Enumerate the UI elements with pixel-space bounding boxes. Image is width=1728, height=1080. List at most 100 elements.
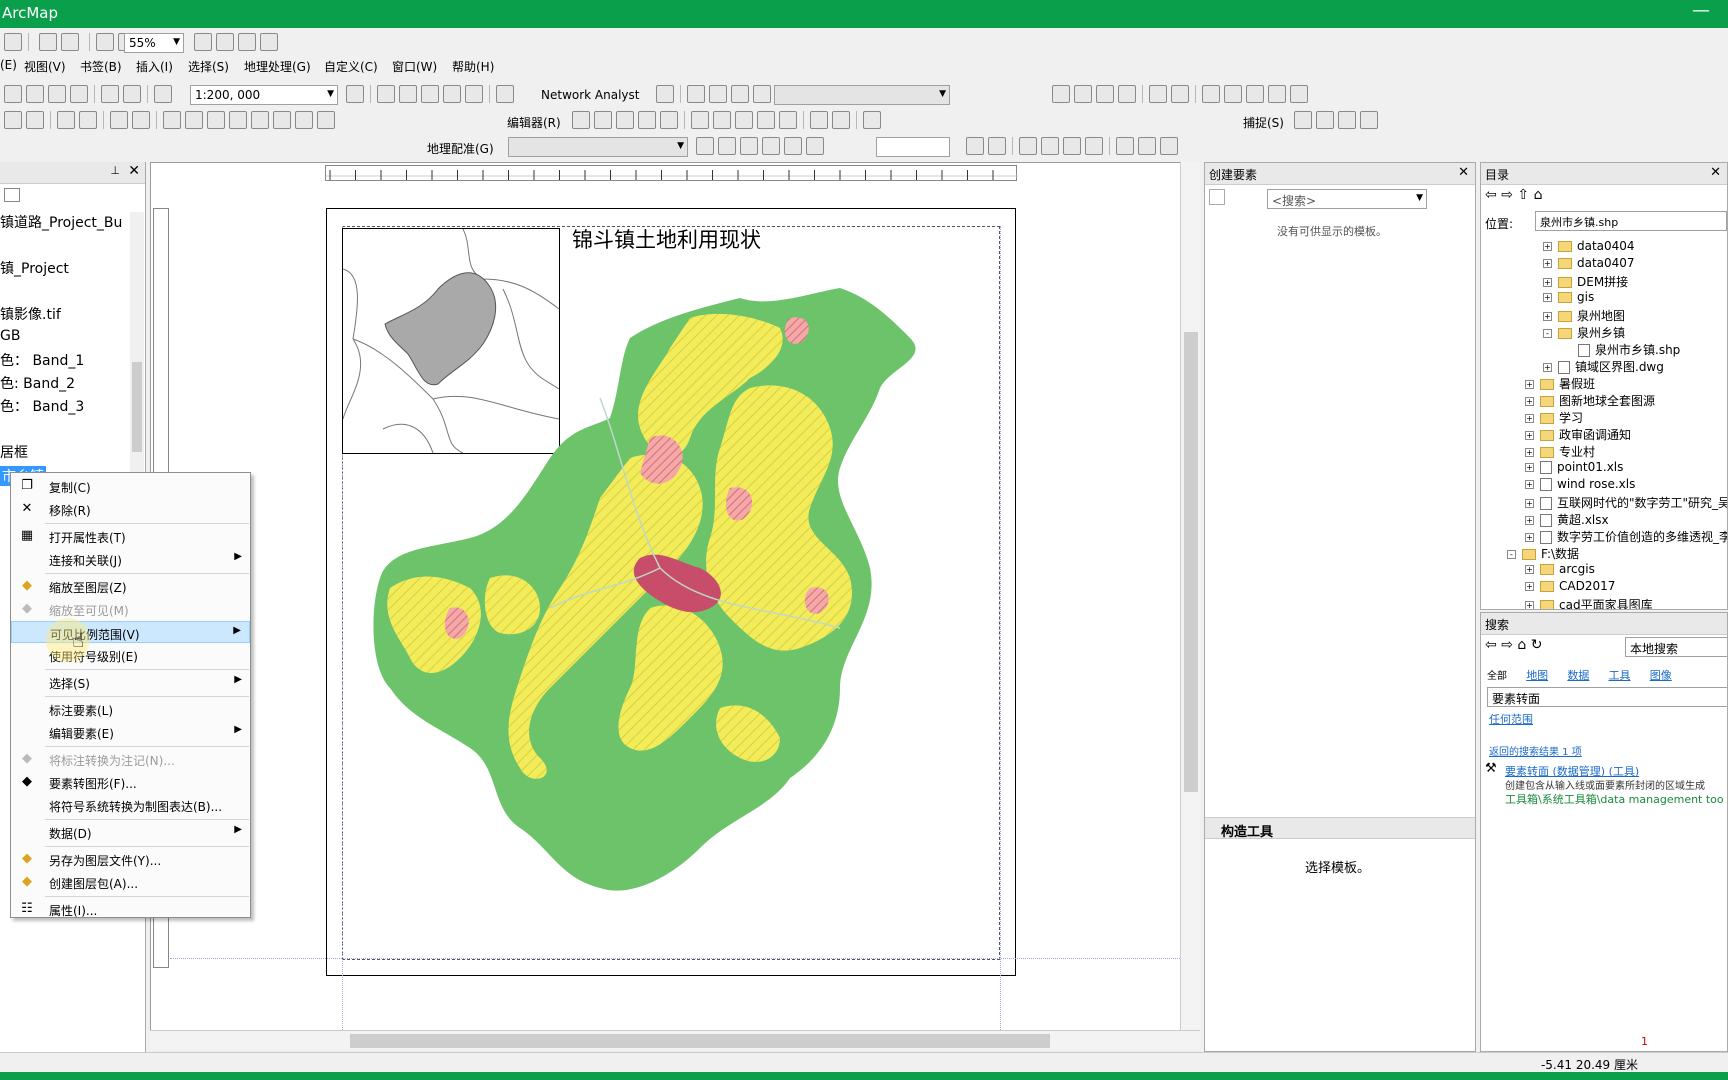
solve-icon[interactable] bbox=[731, 85, 749, 103]
menu-geoprocessing[interactable]: 地理处理(G) bbox=[244, 58, 311, 75]
catalog-tree-item[interactable]: + wind rose.xls bbox=[1525, 477, 1635, 491]
land-use-map[interactable] bbox=[370, 288, 970, 908]
context-menu-item[interactable]: ◆ 另存为图层文件(Y)... bbox=[11, 848, 250, 870]
expand-icon[interactable]: + bbox=[1525, 516, 1534, 525]
paste-icon[interactable] bbox=[48, 85, 66, 103]
template-search-input[interactable]: <搜索> ▼ bbox=[1267, 189, 1427, 209]
layout-horizontal-scrollbar[interactable] bbox=[150, 1030, 1200, 1050]
catalog-tree-item[interactable]: + 专业村 bbox=[1525, 443, 1595, 460]
catalog-tree-item[interactable]: 泉州市乡镇.shp bbox=[1561, 341, 1680, 358]
zoom-fixed-icon[interactable] bbox=[60, 33, 79, 51]
catalog-tree-item[interactable]: + point01.xls bbox=[1525, 460, 1623, 474]
georef-input[interactable] bbox=[876, 137, 950, 157]
change-layout-icon[interactable] bbox=[238, 33, 256, 51]
collapse-icon[interactable]: - bbox=[1507, 550, 1516, 559]
fixed-zoom-in-icon[interactable] bbox=[4, 111, 22, 129]
tab-data[interactable]: 数据 bbox=[1567, 669, 1589, 682]
expand-icon[interactable]: + bbox=[1525, 582, 1534, 591]
tab-tools[interactable]: 工具 bbox=[1609, 669, 1631, 682]
edit-vertices-icon[interactable] bbox=[691, 111, 709, 129]
catalog-tree-item[interactable]: - F:\数据 bbox=[1507, 545, 1579, 562]
network-window-icon[interactable] bbox=[656, 85, 674, 103]
expand-icon[interactable]: + bbox=[1525, 448, 1534, 457]
context-menu-item[interactable]: ✕ 移除(R) bbox=[11, 498, 250, 520]
point-icon[interactable] bbox=[660, 111, 678, 129]
create-features-icon[interactable] bbox=[863, 111, 881, 129]
fix-icon[interactable] bbox=[1224, 85, 1242, 103]
find-icon[interactable] bbox=[273, 111, 291, 129]
catalog-tree-item[interactable]: + CAD2017 bbox=[1525, 579, 1615, 593]
copy-icon[interactable] bbox=[26, 85, 44, 103]
catalog-tree-item[interactable]: + arcgis bbox=[1525, 562, 1595, 576]
search-scope-combo[interactable]: 本地搜索 bbox=[1625, 637, 1727, 657]
catalog-tree-item[interactable]: + cad平面家具图库 bbox=[1525, 596, 1653, 609]
adjust-icon[interactable] bbox=[1019, 137, 1037, 155]
clear-selection-icon[interactable] bbox=[132, 111, 150, 129]
forward-arrow-icon[interactable]: ⇨ bbox=[1501, 637, 1513, 653]
topology-arrow-icon[interactable] bbox=[1118, 85, 1136, 103]
update-display-icon[interactable] bbox=[1041, 137, 1059, 155]
menu-insert[interactable]: 插入(I) bbox=[136, 58, 173, 75]
toc-layer-image[interactable]: 镇影像.tif bbox=[0, 304, 61, 324]
catalog-tree-item[interactable]: + DEM拼接 bbox=[1543, 273, 1628, 290]
topology-icon[interactable] bbox=[1052, 85, 1070, 103]
add-data-icon[interactable] bbox=[154, 85, 172, 103]
organize-templates-icon[interactable] bbox=[1209, 189, 1225, 205]
menu-view[interactable]: 视图(V) bbox=[24, 58, 66, 75]
context-menu-item[interactable]: ◆ 创建图层包(A)... bbox=[11, 871, 250, 893]
scale-combo[interactable]: 1:200, 000 ▼ bbox=[190, 85, 338, 105]
extent-link[interactable]: 任何范围 bbox=[1489, 711, 1533, 727]
up-folder-icon[interactable]: ⇧ bbox=[1517, 187, 1529, 203]
catalog-tree-item[interactable]: + 学习 bbox=[1525, 409, 1583, 426]
close-icon[interactable]: ✕ bbox=[1710, 165, 1721, 180]
expand-icon[interactable]: + bbox=[1525, 414, 1534, 423]
snapping-menu[interactable]: 捕捉(S) bbox=[1243, 114, 1284, 131]
back-arrow-icon[interactable] bbox=[57, 111, 75, 129]
model-builder-icon[interactable] bbox=[496, 85, 514, 103]
expand-icon[interactable]: + bbox=[1525, 380, 1534, 389]
full-extent-icon[interactable] bbox=[38, 33, 57, 51]
catalog-tree-item[interactable]: - 泉州乡镇 bbox=[1543, 324, 1625, 341]
location-input[interactable]: 泉州市乡镇.shp bbox=[1535, 211, 1727, 231]
context-menu-item[interactable]: ☷ 属性(I)... bbox=[11, 898, 250, 920]
validate-icon[interactable] bbox=[1202, 85, 1220, 103]
identify-icon[interactable] bbox=[185, 111, 203, 129]
expand-icon[interactable]: + bbox=[1525, 533, 1534, 542]
catalog-tree-item[interactable]: + data0407 bbox=[1543, 256, 1635, 270]
measure-icon[interactable] bbox=[251, 111, 269, 129]
directions-icon[interactable] bbox=[753, 85, 771, 103]
georeferencing-menu[interactable]: 地理配准(G) bbox=[427, 140, 494, 157]
select-features-icon[interactable] bbox=[110, 111, 128, 129]
redo-icon[interactable] bbox=[123, 85, 141, 103]
fixed-zoom-out-icon[interactable] bbox=[26, 111, 44, 129]
new-icon[interactable] bbox=[4, 33, 22, 51]
expand-icon[interactable]: + bbox=[1525, 431, 1534, 440]
cut-icon[interactable] bbox=[4, 85, 22, 103]
hyperlink-icon[interactable] bbox=[207, 111, 225, 129]
context-menu-item[interactable]: 将符号系统转换为制图表达(B)... bbox=[11, 794, 250, 816]
topology-vertex-icon[interactable] bbox=[1096, 85, 1114, 103]
map-title[interactable]: 锦斗镇土地利用现状 bbox=[572, 224, 761, 254]
toc-window-icon[interactable] bbox=[377, 85, 395, 103]
toc-layer-roads[interactable]: 镇道路_Project_Bu bbox=[0, 212, 122, 232]
refresh-icon[interactable]: ↻ bbox=[1531, 637, 1543, 653]
arctoolbox-icon[interactable] bbox=[443, 85, 461, 103]
cut-polygon-icon[interactable] bbox=[735, 111, 753, 129]
network-analyst-menu[interactable]: Network Analyst bbox=[541, 88, 639, 102]
attributes-icon[interactable] bbox=[810, 111, 828, 129]
context-menu-item[interactable]: ◆ 缩放至图层(Z) bbox=[11, 575, 250, 597]
catalog-tree-item[interactable]: + 数字劳工价值创造的多维透视_李 bbox=[1525, 528, 1727, 545]
context-menu-item[interactable]: ❐ 复制(C) bbox=[11, 475, 250, 497]
sphere-icon[interactable] bbox=[1171, 85, 1189, 103]
catalog-tree-item[interactable]: + 镇域区界图.dwg bbox=[1543, 358, 1664, 375]
context-menu-item[interactable]: 数据(D) ▶ bbox=[11, 821, 250, 843]
link-icon[interactable] bbox=[1160, 137, 1178, 155]
menu-windows[interactable]: 窗口(W) bbox=[392, 58, 437, 75]
expand-icon[interactable]: + bbox=[1543, 363, 1552, 372]
menu-help[interactable]: 帮助(H) bbox=[452, 58, 494, 75]
back-arrow-icon[interactable]: ⇦ bbox=[1485, 187, 1497, 203]
tab-maps[interactable]: 地图 bbox=[1526, 669, 1548, 682]
rotate-left-icon[interactable] bbox=[988, 137, 1006, 155]
catalog-tree-item[interactable]: + 互联网时代的"数字劳工"研究_吴 bbox=[1525, 494, 1727, 511]
context-menu-item[interactable]: 连接和关联(J) ▶ bbox=[11, 548, 250, 570]
